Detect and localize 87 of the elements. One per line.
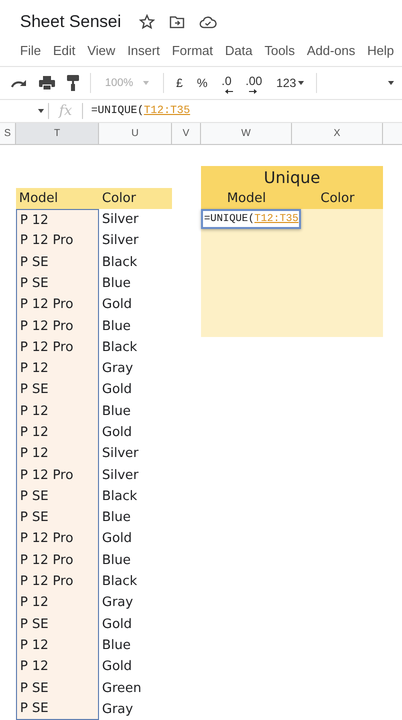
table-cell: Blue <box>102 276 131 291</box>
table-cell: Gold <box>102 659 132 674</box>
table-cell: P SE <box>16 698 99 720</box>
menu-item[interactable]: Data <box>225 42 252 58</box>
menu-item[interactable]: Tools <box>264 42 295 58</box>
table-cell: Blue <box>102 638 131 653</box>
number-format-button[interactable]: 123 <box>274 76 306 90</box>
menu-item[interactable]: Add-ons <box>306 42 356 58</box>
table-cell: P SE <box>16 677 99 699</box>
table-cell: P 12 Pro <box>16 294 99 316</box>
formula-field[interactable]: =UNIQUE(T12:T35 <box>83 105 190 117</box>
paint-format-icon[interactable] <box>66 74 80 92</box>
table-cell: P 12 <box>16 400 99 422</box>
table-cell: Green <box>102 680 142 696</box>
column-header[interactable]: V <box>172 123 201 144</box>
table-cell: P 12 Pro <box>16 315 99 337</box>
table-cell: P 12 <box>16 208 99 230</box>
column-heading: Color <box>99 188 172 209</box>
table-cell: Blue <box>102 404 131 419</box>
table-cell: P SE <box>16 614 99 635</box>
table-cell: P 12 <box>16 443 99 464</box>
table-title: Unique <box>201 166 383 188</box>
menu-item[interactable]: Edit <box>52 42 76 58</box>
table-cell: Silver <box>102 446 139 462</box>
table-cell: P 12 Pro <box>16 336 99 358</box>
menu-item[interactable]: Format <box>172 42 213 58</box>
fx-label: fx <box>59 103 72 119</box>
table-cell: P 12 Pro <box>16 528 99 550</box>
menu-item[interactable]: File <box>20 42 41 58</box>
star-icon[interactable] <box>139 14 156 30</box>
caret-icon[interactable] <box>388 81 394 85</box>
table-cell: Gray <box>102 361 134 376</box>
column-header[interactable]: T <box>16 123 99 144</box>
column-heading: Color <box>292 188 383 209</box>
menu-item[interactable]: Insert <box>127 42 160 58</box>
caret-icon <box>143 81 150 85</box>
table-cell: Gold <box>102 531 132 546</box>
table-cell: Blue <box>102 510 131 526</box>
menu-item[interactable]: Help <box>367 42 394 58</box>
table-cell: Silver <box>102 212 139 228</box>
table-cell: P SE <box>16 486 99 508</box>
menu-item[interactable]: View <box>87 42 116 58</box>
table-cell: Black <box>102 340 138 355</box>
currency-button[interactable]: £ <box>174 76 185 90</box>
document-title[interactable]: Sheet Sensei <box>20 12 122 32</box>
table-cell: P SE <box>16 379 99 401</box>
table-cell: P SE <box>16 272 99 294</box>
table-cell: P 12 Pro <box>16 464 99 486</box>
cloud-check-icon[interactable] <box>199 15 218 29</box>
caret-icon <box>298 81 304 85</box>
table-cell: P 12 Pro <box>16 550 99 571</box>
table-cell: P SE <box>16 251 99 273</box>
column-header[interactable]: W <box>201 123 292 144</box>
table-cell: P 12 Pro <box>16 570 99 592</box>
decrease-decimal-button[interactable]: .0 <box>220 74 234 92</box>
table-cell: Gray <box>102 595 134 610</box>
table-cell: Silver <box>102 233 139 248</box>
table-cell: P 12 <box>16 422 99 444</box>
table-cell: P 12 <box>16 634 99 656</box>
table-cell: P 12 <box>16 592 99 614</box>
left-arrow-icon[interactable] <box>224 89 232 94</box>
cell-editor[interactable]: =UNIQUE(T12:T35 <box>201 208 301 229</box>
table-cell: P 12 <box>16 358 99 380</box>
caret-icon[interactable] <box>38 109 44 113</box>
table-cell: Gold <box>102 297 132 312</box>
table-cell: Gold <box>102 382 132 398</box>
folder-icon[interactable] <box>169 15 186 29</box>
column-header[interactable]: U <box>99 123 172 144</box>
column-heading: Model <box>16 188 99 209</box>
table-cell: Gold <box>102 616 132 632</box>
table-cell: Black <box>102 254 138 270</box>
table-cell: Gold <box>102 425 132 440</box>
table-cell: Gray <box>102 702 134 717</box>
table-cell: P SE <box>16 507 99 528</box>
table-cell: P 12 Pro <box>16 230 99 252</box>
column-header[interactable]: X <box>292 123 383 144</box>
table-cell: Black <box>102 574 138 590</box>
table-cell: P 12 <box>16 656 99 678</box>
table-cell: Silver <box>102 468 139 483</box>
print-icon[interactable] <box>38 75 56 91</box>
table-cell: Black <box>102 488 138 504</box>
table-cell: Blue <box>102 318 131 334</box>
increase-decimal-button[interactable]: .00 <box>244 74 264 92</box>
table-cell: Blue <box>102 552 131 568</box>
column-heading: Model <box>201 188 292 209</box>
right-arrow-icon[interactable] <box>248 89 257 94</box>
percent-button[interactable]: % <box>194 76 210 90</box>
